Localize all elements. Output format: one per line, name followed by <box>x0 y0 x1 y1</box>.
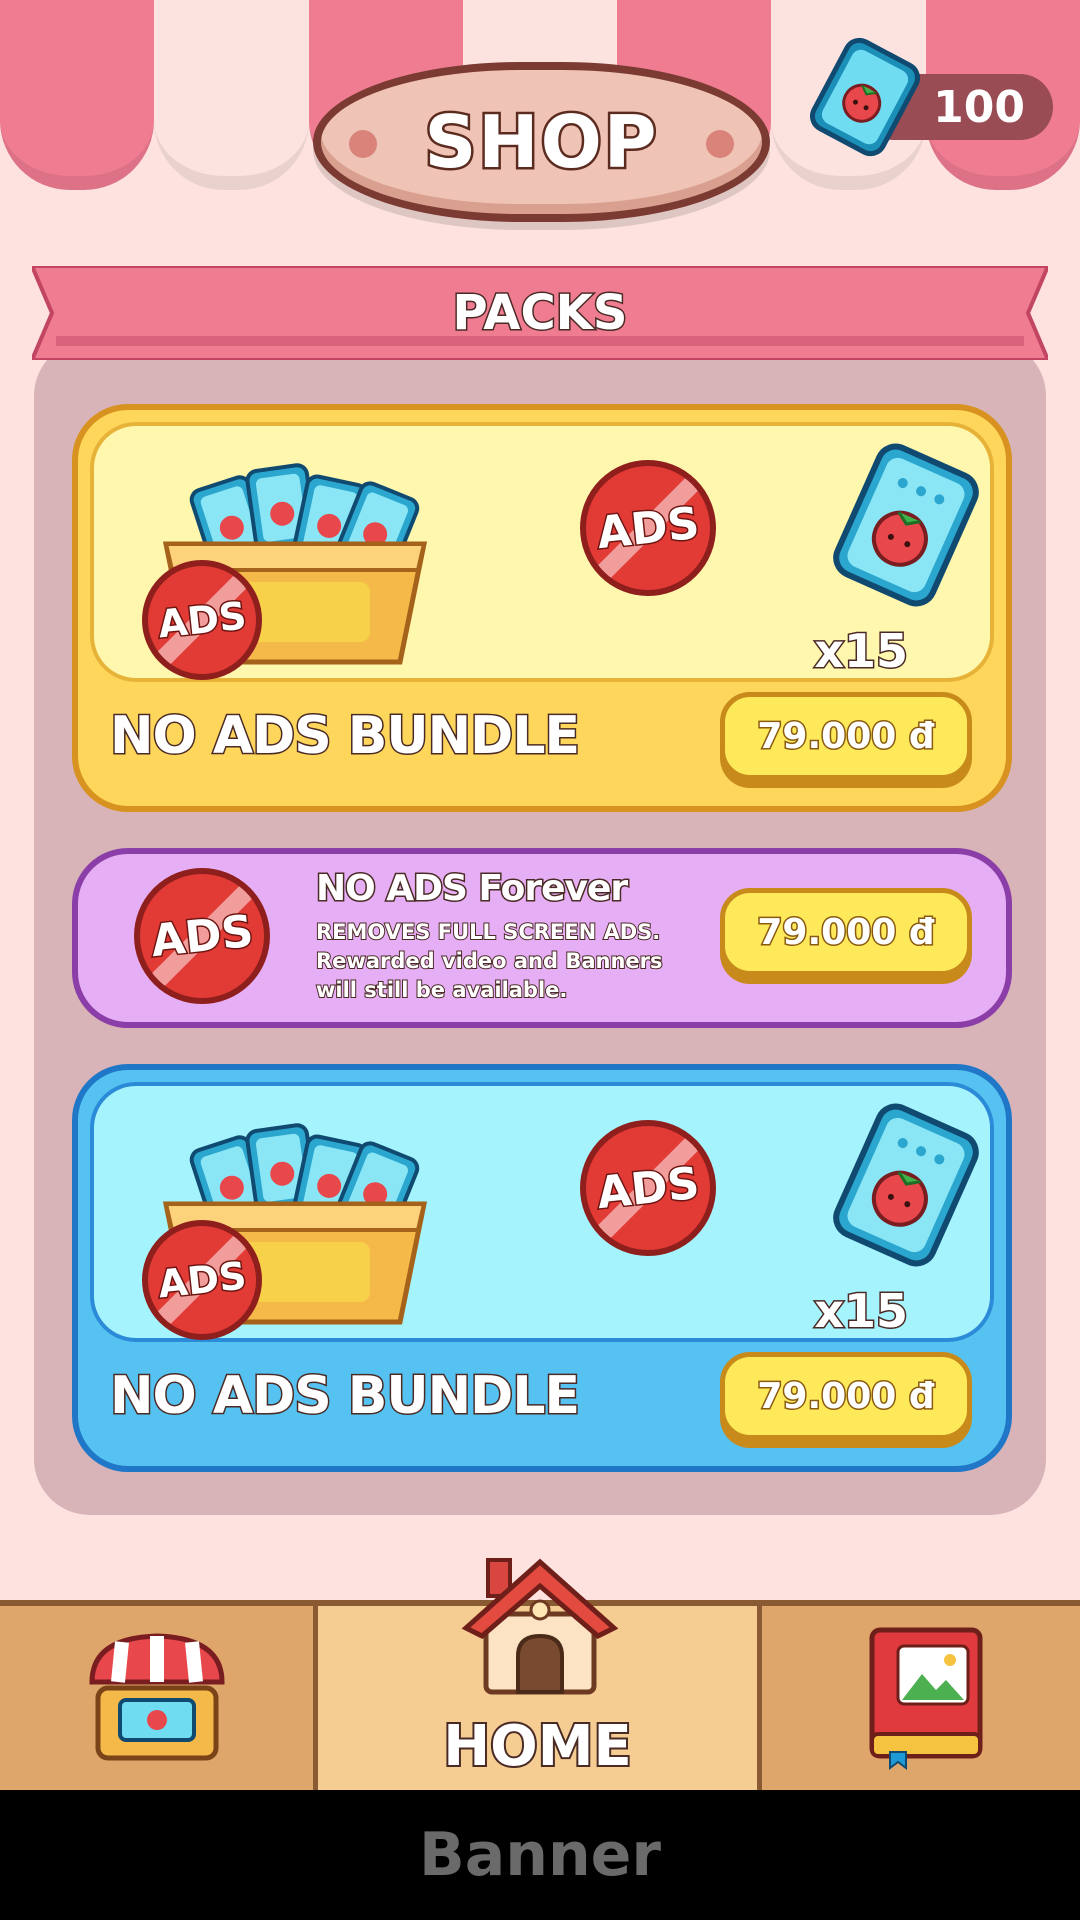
no-ads-icon: ADS <box>134 868 270 1004</box>
ticket-icon <box>833 1103 979 1267</box>
pack-contents: ADS ADS x15 <box>90 422 994 682</box>
pack-quantity: x15 <box>813 623 910 680</box>
buy-button[interactable]: 79.000 đ <box>720 692 972 780</box>
buy-button[interactable]: 79.000 đ <box>720 888 972 976</box>
page-title: SHOP <box>422 98 659 187</box>
nav-tab-album[interactable] <box>762 1606 1080 1790</box>
pack-card-no-ads-forever[interactable]: ADS NO ADS Forever REMOVES FULL SCREEN A… <box>72 848 1012 1028</box>
pack-card-bundle-blue[interactable]: ADS ADS x15 NO ADS BUNDLE 79.000 đ <box>72 1064 1012 1472</box>
ticket-icon <box>833 443 979 607</box>
buy-button[interactable]: 79.000 đ <box>720 1352 972 1440</box>
pack-quantity: x15 <box>813 1283 910 1340</box>
ad-banner[interactable]: Banner <box>0 1790 1080 1920</box>
section-title: PACKS <box>451 284 629 343</box>
nav-tab-shop[interactable] <box>0 1606 318 1790</box>
nav-tab-home-label: HOME <box>441 1712 633 1781</box>
pack-contents: ADS ADS x15 <box>90 1082 994 1342</box>
pack-description: REMOVES FULL SCREEN ADS. Rewarded video … <box>315 918 676 1005</box>
currency-value: 100 <box>933 81 1025 133</box>
album-book-icon <box>869 1627 983 1770</box>
no-ads-badge-icon: ADS <box>142 1220 262 1340</box>
no-ads-icon: ADS <box>580 1120 716 1256</box>
no-ads-icon: ADS <box>580 460 716 596</box>
pack-description-line: will still be available. <box>315 977 568 1003</box>
nav-tab-home[interactable]: HOME <box>318 1558 762 1790</box>
pack-card-bundle-yellow[interactable]: ADS ADS x15 NO ADS BUNDLE 79.000 đ <box>72 404 1012 812</box>
pack-name: NO ADS BUNDLE <box>109 705 582 768</box>
bottom-nav: HOME <box>0 1558 1080 1790</box>
banner-label: Banner <box>419 1820 661 1890</box>
pack-name: NO ADS Forever <box>314 867 629 911</box>
house-icon <box>461 1558 619 1695</box>
pack-description-line: Rewarded video and Banners <box>315 948 664 974</box>
shop-icon <box>89 1633 225 1761</box>
shop-sign: SHOP <box>313 62 770 222</box>
pack-name: NO ADS BUNDLE <box>109 1365 582 1428</box>
no-ads-badge-icon: ADS <box>142 560 262 680</box>
section-ribbon: PACKS <box>32 266 1048 360</box>
pack-description-line: REMOVES FULL SCREEN ADS. <box>315 919 661 945</box>
